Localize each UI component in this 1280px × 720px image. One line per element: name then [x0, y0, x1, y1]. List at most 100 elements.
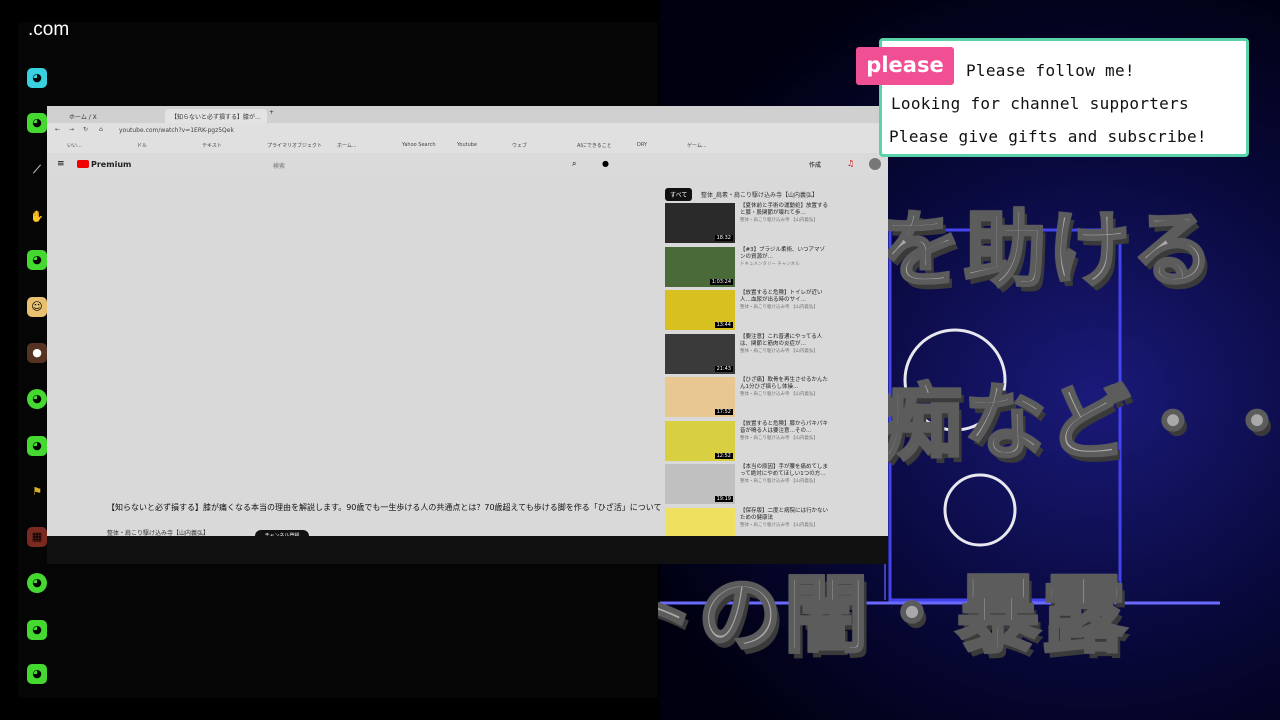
bookmark-item[interactable]: テキスト: [202, 142, 222, 149]
recommendation-list: 18:32 【夏休前と手術の運動処】放置すると膝・股関節が壊れて歩… 整体・肩こり駆…: [665, 200, 887, 548]
video-duration: 17:52: [714, 409, 733, 415]
back-icon[interactable]: ←: [55, 126, 60, 133]
chat-avatar-icon: ●: [27, 343, 47, 363]
recommendation-item[interactable]: 18:32 【夏休前と手術の運動処】放置すると膝・股関節が壊れて歩… 整体・肩こり駆…: [665, 200, 887, 244]
recommendation-title[interactable]: 【ひざ痛】軟骨を再生させるかんたん1分ひざ揺らし体操…: [740, 377, 830, 391]
video-thumbnail[interactable]: 17:52: [665, 377, 735, 417]
mic-icon[interactable]: ●: [602, 159, 609, 168]
home-icon[interactable]: ⌂: [99, 126, 103, 133]
chat-avatar-icon: ☺: [27, 297, 47, 317]
video-duration: 19:19: [714, 496, 733, 502]
video-thumbnail[interactable]: 18:32: [665, 203, 735, 243]
recommendation-channel: ドキュメンタリー チャンネル: [740, 261, 800, 267]
bookmark-item[interactable]: DRY: [637, 142, 647, 148]
sticker-line-1: Please follow me!: [966, 61, 1135, 80]
youtube-logo[interactable]: Premium: [77, 160, 131, 169]
video-thumbnail[interactable]: 19:19: [665, 464, 735, 504]
bookmark-item[interactable]: ドル: [137, 142, 147, 149]
bookmark-item[interactable]: Youtube: [457, 142, 477, 148]
recommendation-channel: 整体・肩こり駆け込み寺 【山内義弘】: [740, 305, 818, 310]
chat-avatar-icon: ▦: [27, 527, 47, 547]
recommendation-title[interactable]: 【本当の原因】手が腰を痛めてしまって絶対にやめてほしい1つの方…: [740, 464, 830, 478]
video-thumbnail[interactable]: 12:52: [665, 420, 735, 461]
address-bar: ← → ↻ ⌂ youtube.com/watch?v=1ERK-pgz5Qek: [47, 123, 888, 139]
bookmark-item[interactable]: ゲーム...: [687, 142, 707, 149]
recommendation-channel: 整体・肩こり駆け込み寺 【山内義弘】: [740, 348, 818, 354]
recommendation-channel: 整体・肩こり駆け込み寺 【山内義弘】: [740, 522, 818, 528]
banner-top-text: を助ける: [878, 202, 1217, 300]
chat-avatar-icon: ◕: [27, 389, 47, 409]
sticker-tag: please: [856, 47, 954, 85]
tab-youtube[interactable]: 【知らないと必ず損する】膝が...: [165, 109, 267, 123]
tab-strip: ホーム / X 【知らないと必ず損する】膝が... +: [47, 106, 888, 123]
chat-avatar-icon: ◕: [27, 573, 47, 593]
chip-channel[interactable]: 整体_肩素・肩こり駆け込み寺【山内義弘】: [701, 190, 818, 199]
video-duration: 12:52: [714, 452, 733, 459]
banner-middle-text: 痴など・・・: [878, 375, 1280, 473]
bookmark-item[interactable]: ホーム...: [337, 142, 357, 149]
search-input[interactable]: 検索: [267, 158, 567, 172]
new-tab-icon[interactable]: +: [269, 109, 274, 116]
video-duration: 18:32: [714, 235, 733, 241]
video-thumbnail[interactable]: 13:44: [665, 290, 735, 330]
recommendation-title[interactable]: 【要注意】これ普通にやってる人は、関節と筋肉の炎症が…: [740, 334, 830, 348]
browser-window: ホーム / X 【知らないと必ず損する】膝が... + ← → ↻ ⌂ yout…: [47, 106, 888, 564]
notifications-icon[interactable]: ♫: [847, 159, 854, 168]
sticker-line-2: Looking for channel supporters: [891, 94, 1189, 113]
avatar[interactable]: [869, 158, 881, 170]
stream-overlay: を助ける 痴など・・・ ネットの闇・暴露 .com ◕ ◕ ⟋ ✋ ◕ ☺ ● …: [0, 0, 1280, 720]
bookmark-item[interactable]: AIにできること: [577, 142, 612, 149]
browser-bottom-bar: [47, 536, 888, 564]
recommendation-item[interactable]: 17:52 【ひざ痛】軟骨を再生させるかんたん1分ひざ揺らし体操… 整体・肩こり駆け…: [665, 374, 887, 418]
recommendations-sidebar: すべて 整体_肩素・肩こり駆け込み寺【山内義弘】 18:32 【夏休前と手術の運動…: [665, 186, 887, 548]
bookmark-item[interactable]: Yahoo Search: [402, 142, 435, 148]
recommendation-channel: 整体・肩こり駆け込み寺 【山内義弘】: [740, 392, 818, 397]
search-icon[interactable]: ⌕: [572, 159, 576, 169]
recommendation-title[interactable]: 【夏休前と手術の運動処】放置すると膝・股関節が壊れて歩…: [740, 203, 830, 217]
url-field[interactable]: youtube.com/watch?v=1ERK-pgz5Qek: [119, 127, 234, 134]
bookmark-item[interactable]: プライマリオブジェクト: [267, 142, 322, 149]
create-button[interactable]: 作成: [809, 160, 821, 169]
youtube-play-icon: [77, 160, 89, 168]
follow-sticker: please Please follow me! Looking for cha…: [856, 38, 1249, 157]
youtube-header: ≡ Premium 検索 ⌕ ● 作成 ♫: [47, 153, 888, 177]
recommendation-title[interactable]: 【保存版】二度と病院には行かないための健康法: [740, 508, 830, 522]
video-duration: 1:03:24: [709, 278, 733, 285]
chat-avatar-icon: ◕: [27, 436, 47, 456]
video-thumbnail[interactable]: 1:03:24: [665, 246, 735, 287]
tab-x-home[interactable]: ホーム / X: [63, 109, 103, 123]
bookmark-item[interactable]: ウェブ: [512, 142, 527, 149]
video-title: 【知らないと必ず損する】膝が痛くなる本当の理由を解説します。90歳でも一生歩ける…: [107, 503, 662, 512]
recommendation-item[interactable]: 21:43 【要注意】これ普通にやってる人は、関節と筋肉の炎症が… 整体・肩こり駆け…: [665, 331, 887, 375]
recommendation-item[interactable]: 19:19 【本当の原因】手が腰を痛めてしまって絶対にやめてほしい1つの方… 整体・…: [665, 461, 887, 505]
chat-avatar-icon: ◕: [27, 620, 47, 640]
bookmark-item[interactable]: いい...: [67, 142, 82, 149]
recommendation-item[interactable]: 1:03:24 【#3】ブラジル柔術、いつアマゾンの資源が… ドキュメンタリー チャ…: [665, 244, 887, 288]
bookmarks-bar: いい... ドル テキスト プライマリオブジェクト ホーム... Yahoo S…: [47, 139, 888, 153]
site-label: .com: [28, 19, 70, 40]
chat-avatar-icon: ⚑: [32, 485, 42, 498]
recommendation-channel: 整体・肩こり駆け込み寺 【山内義弘】: [740, 479, 818, 484]
video-duration: 13:44: [714, 322, 733, 328]
chat-avatar-icon: ◕: [27, 250, 47, 270]
filter-chips: すべて 整体_肩素・肩こり駆け込み寺【山内義弘】: [665, 186, 887, 201]
hands-icon: ✋: [30, 210, 44, 223]
chat-avatar-icon: ◕: [27, 68, 47, 88]
chat-avatar-icon: ◕: [27, 113, 47, 133]
recommendation-title[interactable]: 【放置すると危険】トイレが近い人…血尿が出る時のサイ…: [740, 290, 830, 304]
broom-icon: ⟋: [33, 163, 41, 176]
video-duration: 21:43: [714, 365, 733, 372]
recommendation-item[interactable]: 13:44 【放置すると危険】トイレが近い人…血尿が出る時のサイ… 整体・肩こり駆け…: [665, 287, 887, 331]
recommendation-title[interactable]: 【放置すると危険】膝からパキパキ音が鳴る人は要注意…その…: [740, 421, 830, 435]
youtube-logo-label: Premium: [91, 160, 132, 169]
recommendation-channel: 整体・肩こり駆け込み寺 【山内義弘】: [740, 218, 818, 223]
recommendation-item[interactable]: 12:52 【放置すると危険】膝からパキパキ音が鳴る人は要注意…その… 整体・肩こり…: [665, 418, 887, 462]
sticker-line-3: Please give gifts and subscribe!: [889, 127, 1207, 146]
forward-icon[interactable]: →: [69, 126, 74, 133]
recommendation-title[interactable]: 【#3】ブラジル柔術、いつアマゾンの資源が…: [740, 247, 830, 261]
recommendation-channel: 整体・肩こり駆け込み寺 【山内義弘】: [740, 435, 818, 441]
chat-avatar-icon: ◕: [27, 664, 47, 684]
menu-icon[interactable]: ≡: [57, 159, 65, 169]
reload-icon[interactable]: ↻: [83, 126, 88, 133]
video-thumbnail[interactable]: 21:43: [665, 333, 735, 374]
